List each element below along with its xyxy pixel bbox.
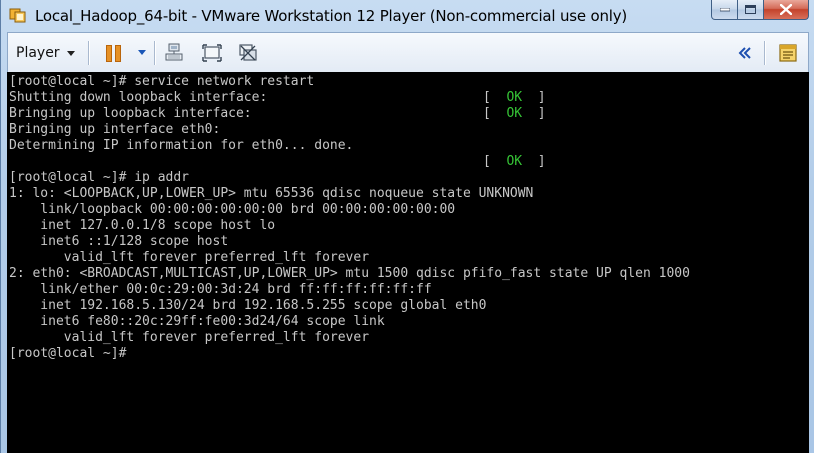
window-controls	[711, 0, 809, 20]
notes-icon	[779, 44, 797, 62]
full-screen-icon	[202, 44, 222, 62]
console-line: Shutting down loopback interface:[ OK ]	[9, 90, 546, 105]
console-line: 1: lo: <LOOPBACK,UP,LOWER_UP> mtu 65536 …	[9, 186, 534, 201]
maximize-icon	[745, 5, 756, 14]
console-line: inet6 ::1/128 scope host	[9, 234, 229, 249]
vmware-player-window: Local_Hadoop_64-bit - VMware Workstation…	[0, 0, 814, 453]
pause-button[interactable]	[106, 42, 121, 64]
double-chevron-left-icon	[738, 47, 751, 59]
console-line: link/loopback 00:00:00:00:00:00 brd 00:0…	[9, 202, 456, 217]
ok-status: [ OK ]	[483, 106, 546, 121]
pause-icon	[106, 44, 121, 62]
chevron-down-icon	[66, 50, 75, 56]
close-icon	[780, 4, 792, 15]
console-line: [root@local ~]# ip addr	[9, 170, 190, 185]
pause-options-dropdown-icon[interactable]	[138, 50, 146, 55]
title-bar[interactable]: Local_Hadoop_64-bit - VMware Workstation…	[1, 0, 814, 30]
ok-status: [ OK ]	[483, 90, 546, 105]
console-line: inet 192.168.5.130/24 brd 192.168.5.255 …	[9, 298, 487, 313]
console-line: 2: eth0: <BROADCAST,MULTICAST,UP,LOWER_U…	[9, 266, 690, 281]
collapse-toolbar-button[interactable]	[738, 42, 752, 64]
console-line: valid_lft forever preferred_lft forever	[9, 330, 370, 345]
send-ctrl-alt-del-button[interactable]	[164, 42, 184, 64]
window-title: Local_Hadoop_64-bit - VMware Workstation…	[35, 7, 628, 25]
unity-icon	[239, 44, 257, 61]
ok-status: [ OK ]	[483, 154, 546, 169]
close-button[interactable]	[764, 0, 809, 20]
toolbar-separator	[764, 41, 765, 65]
console-line: [root@local ~]#	[9, 346, 127, 361]
removable-devices-button[interactable]	[778, 42, 798, 64]
console-line: inet6 fe80::20c:29ff:fe00:3d24/64 scope …	[9, 314, 385, 329]
unity-button[interactable]	[238, 42, 258, 64]
player-menu-label: Player	[16, 45, 60, 61]
send-ctrl-alt-del-icon	[165, 43, 183, 61]
minimize-icon	[719, 7, 730, 11]
full-screen-button[interactable]	[202, 42, 222, 64]
console-line: Bringing up loopback interface:[ OK ]	[9, 106, 546, 121]
console-line: link/ether 00:0c:29:00:3d:24 brd ff:ff:f…	[9, 282, 432, 297]
vm-toolbar: Player	[7, 32, 809, 72]
toolbar-separator	[154, 41, 155, 65]
console-line: Determining IP information for eth0... d…	[9, 138, 354, 153]
console-line: inet 127.0.0.1/8 scope host lo	[9, 218, 276, 233]
console-line: Bringing up interface eth0:	[9, 122, 221, 137]
player-menu-button[interactable]: Player	[16, 43, 75, 63]
minimize-button[interactable]	[711, 0, 738, 20]
toolbar-separator	[88, 41, 89, 65]
vmware-app-icon[interactable]	[9, 6, 27, 24]
maximize-button[interactable]	[738, 0, 764, 20]
console-line: [root@local ~]# service network restart	[9, 74, 315, 89]
console-line: valid_lft forever preferred_lft forever	[9, 250, 370, 265]
vm-console[interactable]: [root@local ~]# service network restart S…	[7, 72, 809, 453]
